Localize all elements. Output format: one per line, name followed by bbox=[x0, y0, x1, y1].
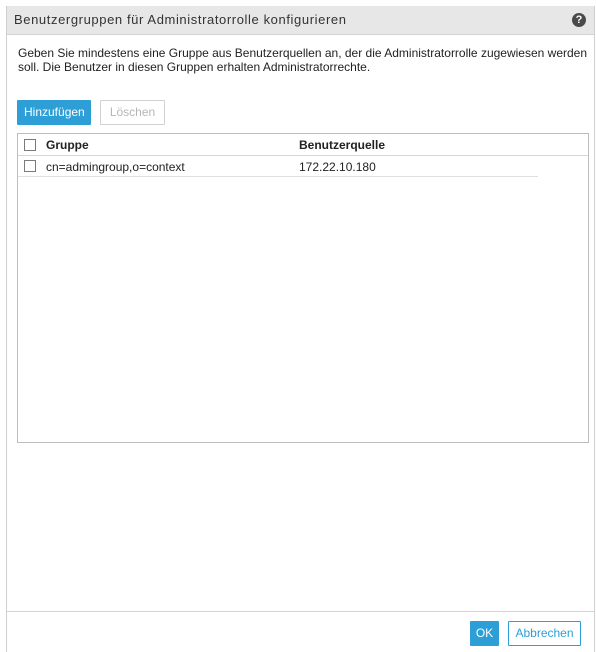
cancel-button[interactable]: Abbrechen bbox=[508, 621, 581, 646]
column-header-group[interactable]: Gruppe bbox=[46, 138, 89, 152]
row-checkbox[interactable] bbox=[24, 160, 36, 172]
table-header: Gruppe Benutzerquelle bbox=[18, 134, 588, 156]
footer-divider bbox=[7, 611, 594, 612]
row-user-source-cell: 172.22.10.180 bbox=[299, 160, 376, 174]
add-button[interactable]: Hinzufügen bbox=[17, 100, 91, 125]
row-group-cell: cn=admingroup,o=context bbox=[46, 160, 185, 174]
configure-admin-groups-dialog: Benutzergruppen für Administratorrolle k… bbox=[6, 6, 595, 652]
delete-button[interactable]: Löschen bbox=[100, 100, 165, 125]
column-header-user-source[interactable]: Benutzerquelle bbox=[299, 138, 385, 152]
dialog-title: Benutzergruppen für Administratorrolle k… bbox=[14, 12, 347, 27]
dialog-titlebar: Benutzergruppen für Administratorrolle k… bbox=[7, 6, 594, 35]
table-row[interactable]: cn=admingroup,o=context 172.22.10.180 bbox=[18, 156, 538, 177]
group-table: Gruppe Benutzerquelle cn=admingroup,o=co… bbox=[17, 133, 589, 443]
ok-button[interactable]: OK bbox=[470, 621, 499, 646]
help-icon[interactable]: ? bbox=[572, 13, 586, 27]
select-all-checkbox[interactable] bbox=[24, 139, 36, 151]
dialog-description: Geben Sie mindestens eine Gruppe aus Ben… bbox=[18, 46, 588, 74]
